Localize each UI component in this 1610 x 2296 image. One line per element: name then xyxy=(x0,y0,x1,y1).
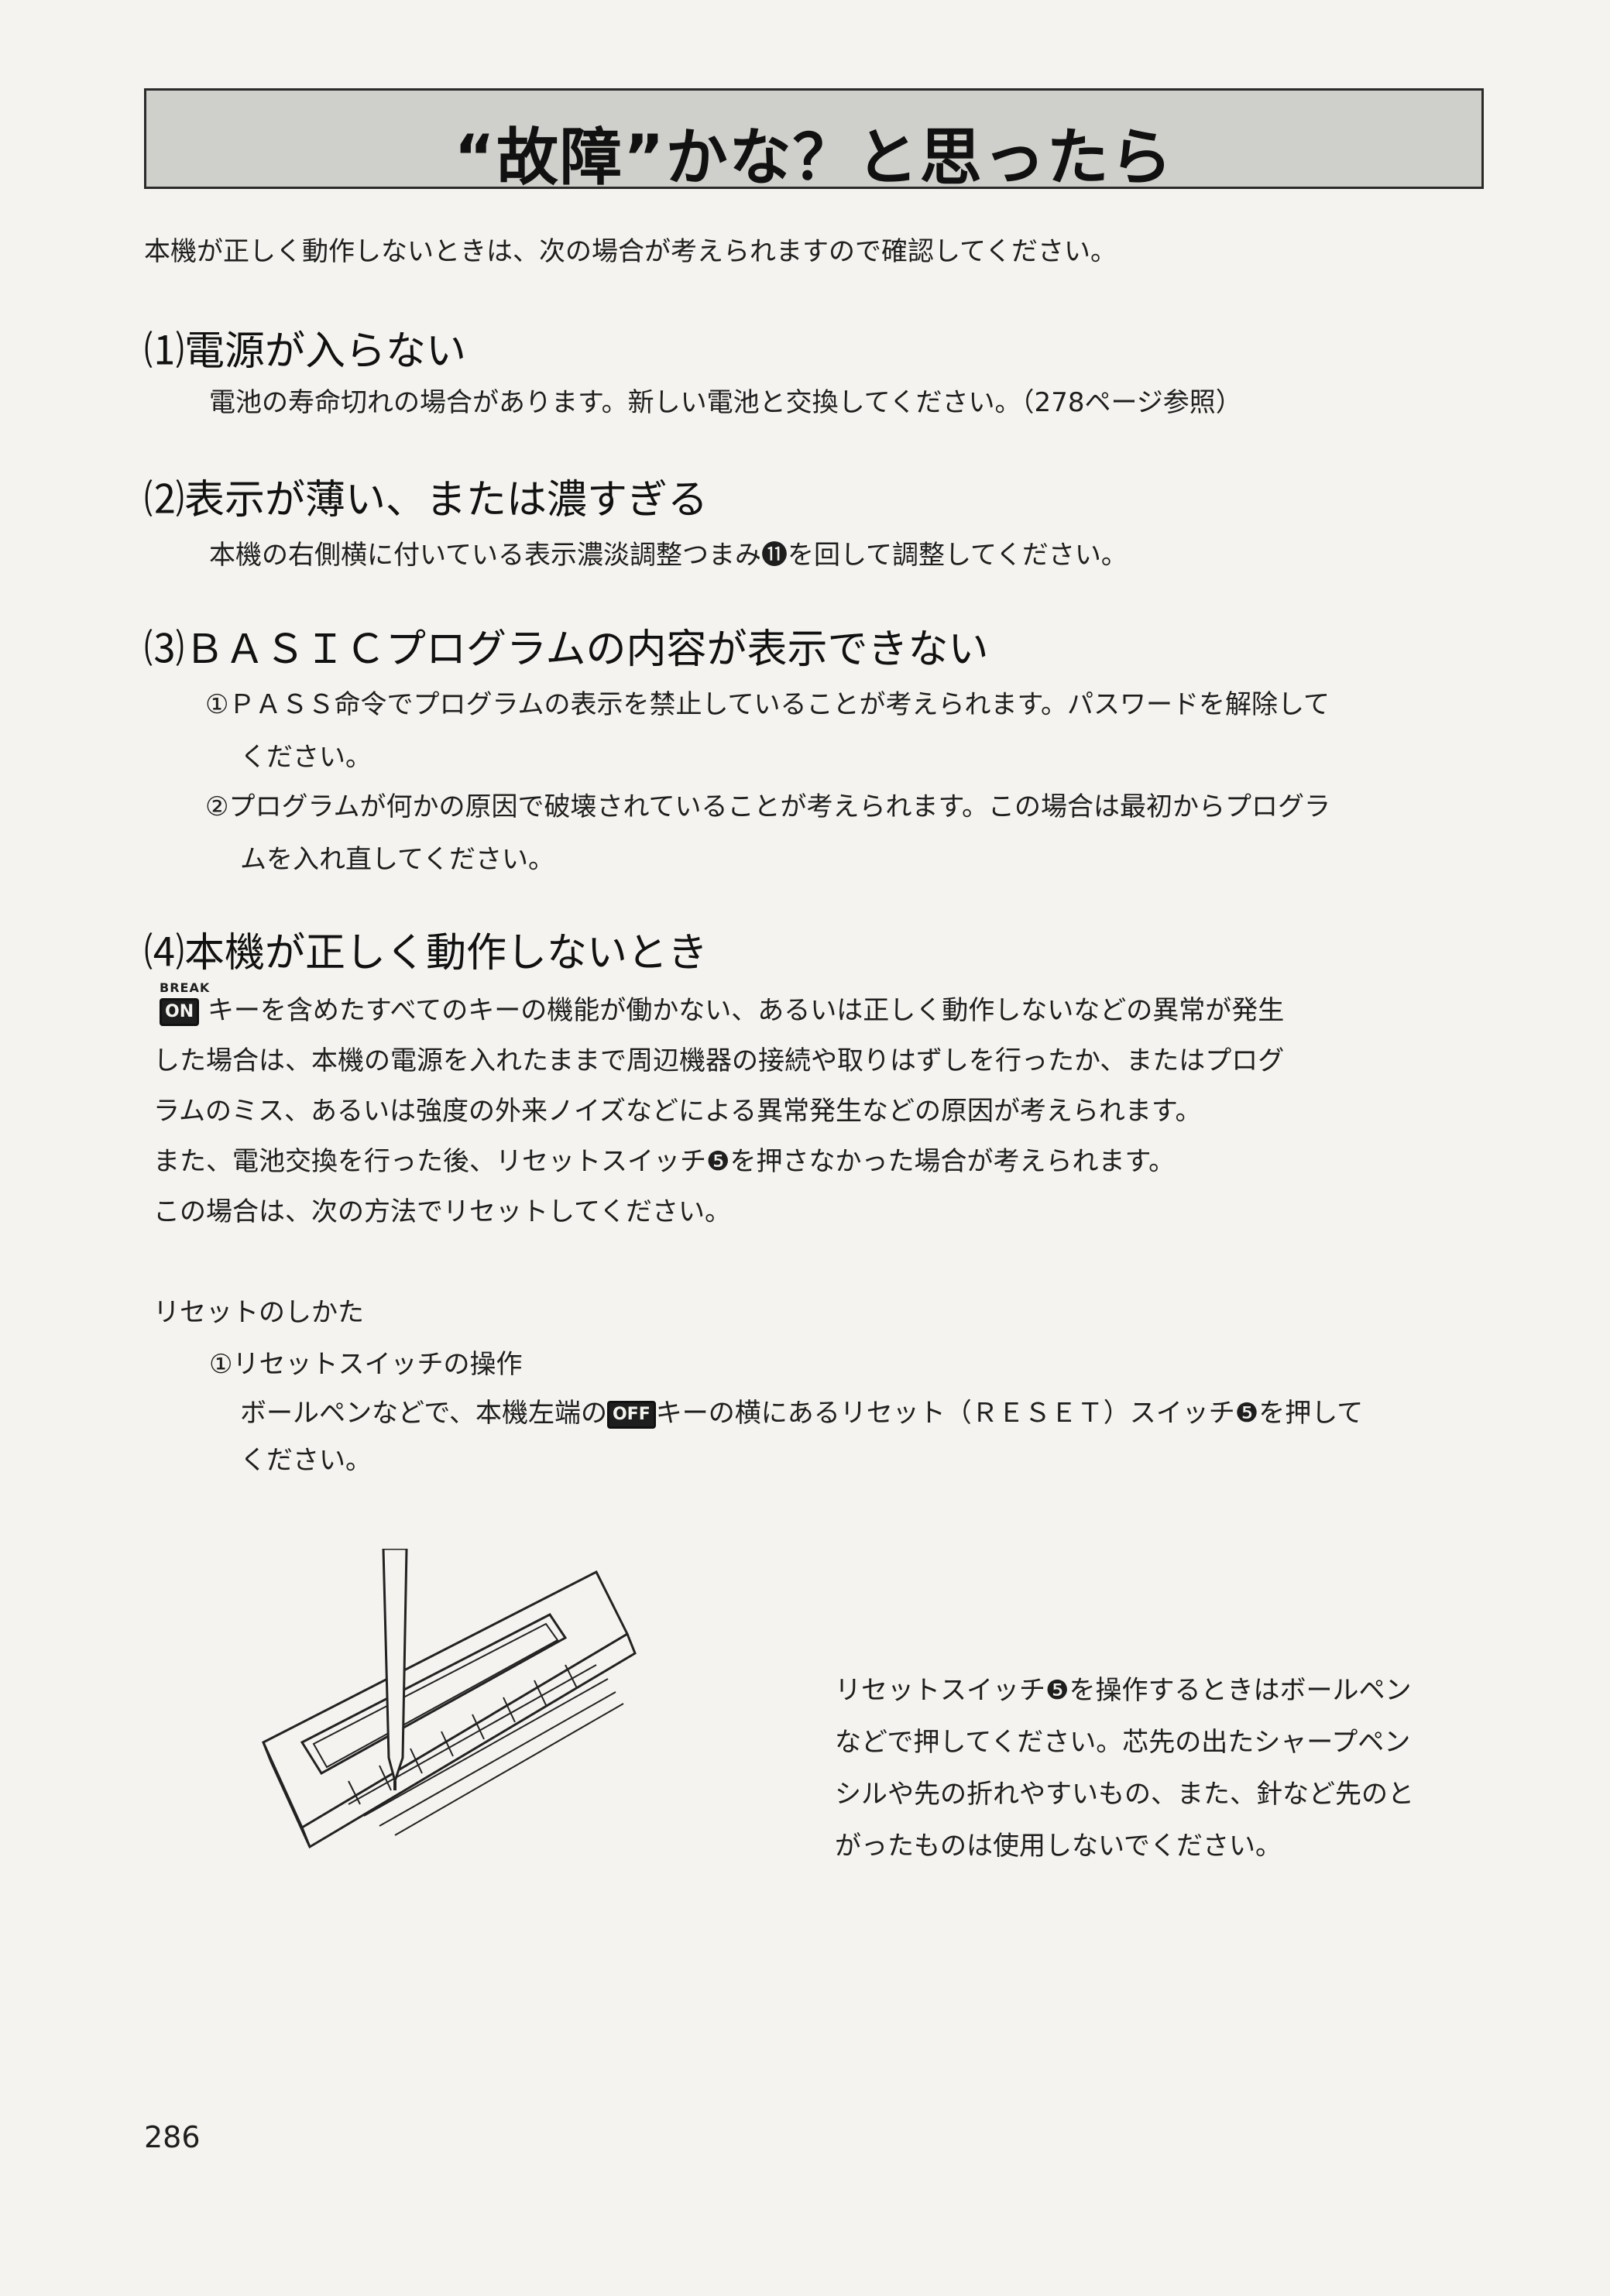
section-1-heading: ⑴電源が入らない xyxy=(144,328,467,375)
section-4-line: また、電池交換を行った後、リセットスイッチ❺を押さなかった場合が考えられます。 xyxy=(153,1146,1176,1177)
section-4-line-first: ON キーを含めたすべてのキーの機能が働かない、あるいは正しく動作しないなどの異… xyxy=(160,995,1284,1027)
caution-line: リセットスイッチ❺を操作するときはボールペン xyxy=(835,1675,1412,1706)
section-2-heading: ⑵表示が薄い、または濃すぎる xyxy=(144,477,709,523)
section-4-line: この場合は、次の方法でリセットしてください。 xyxy=(153,1196,731,1227)
intro-text: 本機が正しく動作しないときは、次の場合が考えられますので確認してください。 xyxy=(144,236,1117,267)
section-3-line: ムを入れ直してください。 xyxy=(240,844,554,875)
reset-title: リセットのしかた xyxy=(153,1297,364,1328)
section-4-line: した場合は、本機の電源を入れたままで周辺機器の接続や取りはずしを行ったか、または… xyxy=(153,1045,1285,1076)
caution-line: がったものは使用しないでください。 xyxy=(835,1831,1282,1862)
on-key-icon: ON xyxy=(160,997,200,1026)
break-label: BREAK xyxy=(160,980,211,995)
off-key-icon: OFF xyxy=(606,1400,656,1429)
reset-step-line: ください。 xyxy=(240,1445,372,1476)
section-2-line: 本機の右側横に付いている表示濃淡調整つまみ⓫を回して調整してください。 xyxy=(209,540,1128,571)
section-1-line: 電池の寿命切れの場合があります。新しい電池と交換してください。（278ページ参照… xyxy=(209,387,1242,418)
caution-line: などで押してください。芯先の出たシャープペン xyxy=(835,1727,1411,1758)
reset-step-line: ボールペンなどで、本機左端の OFF キーの横にあるリセット（ＲＥＳＥＴ）スイッチ❺… xyxy=(240,1398,1363,1429)
reset-step-text: キーの横にあるリセット（ＲＥＳＥＴ）スイッチ❺を押して xyxy=(655,1398,1364,1429)
reset-step-title: ①リセットスイッチの操作 xyxy=(209,1349,523,1380)
title-banner: “故障”かな？と思ったら xyxy=(144,88,1484,194)
section-3-line: ②プログラムが何かの原因で破壊されていることが考えられます。この場合は最初からプ… xyxy=(205,791,1331,822)
section-4-line: ラムのミス、あるいは強度の外来ノイズなどによる異常発生などの原因が考えられます。 xyxy=(153,1096,1202,1127)
page-number: 286 xyxy=(144,2120,201,2154)
section-4-heading: ⑷本機が正しく動作しないとき xyxy=(144,930,709,976)
section-4-line: キーを含めたすべてのキーの機能が働かない、あるいは正しく動作しないなどの異常が発… xyxy=(207,995,1285,1026)
section-3-heading: ⑶ＢＡＳＩＣプログラムの内容が表示できない xyxy=(144,626,989,673)
reset-step-text: ボールペンなどで、本機左端の xyxy=(240,1398,607,1429)
caution-line: シルや先の折れやすいもの、また、針など先のと xyxy=(835,1779,1414,1810)
manual-page: “故障”かな？と思ったら 本機が正しく動作しないときは、次の場合が考えられますの… xyxy=(0,0,1610,2296)
reset-illustration-icon xyxy=(262,1549,637,1849)
section-3-line: ①ＰＡＳＳ命令でプログラムの表示を禁止していることが考えられます。パスワードを解… xyxy=(205,689,1330,720)
page-title: “故障”かな？と思ったら xyxy=(454,122,1174,194)
section-3-line: ください。 xyxy=(240,742,372,773)
